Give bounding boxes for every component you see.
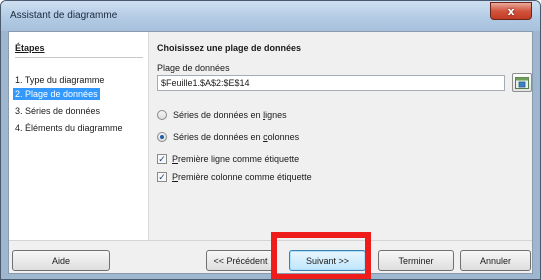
step-data-range[interactable]: 2. Plage de données: [13, 88, 100, 100]
data-range-label: Plage de données: [157, 63, 230, 73]
steps-panel: Étapes 1. Type du diagramme 2. Plage de …: [9, 32, 149, 240]
data-range-page: Choisissez une plage de données Plage de…: [157, 32, 534, 240]
first-row-label-text: Première ligne comme étiquette: [172, 154, 300, 164]
help-button[interactable]: Aide: [12, 250, 110, 271]
cancel-button[interactable]: Annuler: [460, 250, 531, 271]
series-in-columns-option[interactable]: Séries de données en colonnes: [157, 132, 299, 142]
series-in-rows-label: Séries de données en lignes: [173, 110, 287, 120]
series-in-columns-label: Séries de données en colonnes: [173, 132, 300, 142]
data-range-input[interactable]: [157, 75, 505, 91]
series-in-columns-radio[interactable]: [157, 132, 167, 142]
series-in-rows-option[interactable]: Séries de données en lignes: [157, 110, 287, 120]
step-chart-elements[interactable]: 4. Éléments du diagramme: [13, 122, 125, 134]
series-in-rows-radio[interactable]: [157, 110, 167, 120]
steps-title: Étapes: [15, 43, 143, 58]
dialog-body: Étapes 1. Type du diagramme 2. Plage de …: [8, 31, 533, 274]
first-column-label-checkbox[interactable]: ✓: [157, 172, 167, 182]
shrink-range-icon: [515, 76, 529, 89]
footer-divider: [9, 240, 532, 241]
previous-button[interactable]: << Précédent: [206, 250, 275, 271]
step-chart-type[interactable]: 1. Type du diagramme: [13, 74, 106, 86]
title-bar[interactable]: Assistant de diagramme x: [1, 1, 540, 31]
chart-wizard-dialog: Assistant de diagramme x Étapes 1. Type …: [0, 0, 541, 280]
step-data-series[interactable]: 3. Séries de données: [13, 105, 102, 117]
next-button[interactable]: Suivant >>: [289, 250, 366, 271]
finish-button[interactable]: Terminer: [378, 250, 454, 271]
first-column-label-text: Première colonne comme étiquette: [172, 172, 312, 182]
shrink-range-button[interactable]: [512, 73, 532, 92]
first-row-label-option[interactable]: ✓ Première ligne comme étiquette: [157, 154, 299, 164]
close-icon: x: [507, 4, 515, 18]
page-title: Choisissez une plage de données: [157, 43, 302, 53]
first-column-label-option[interactable]: ✓ Première colonne comme étiquette: [157, 172, 312, 182]
first-row-label-checkbox[interactable]: ✓: [157, 154, 167, 164]
close-button[interactable]: x: [490, 2, 532, 20]
window-title: Assistant de diagramme: [10, 10, 118, 21]
